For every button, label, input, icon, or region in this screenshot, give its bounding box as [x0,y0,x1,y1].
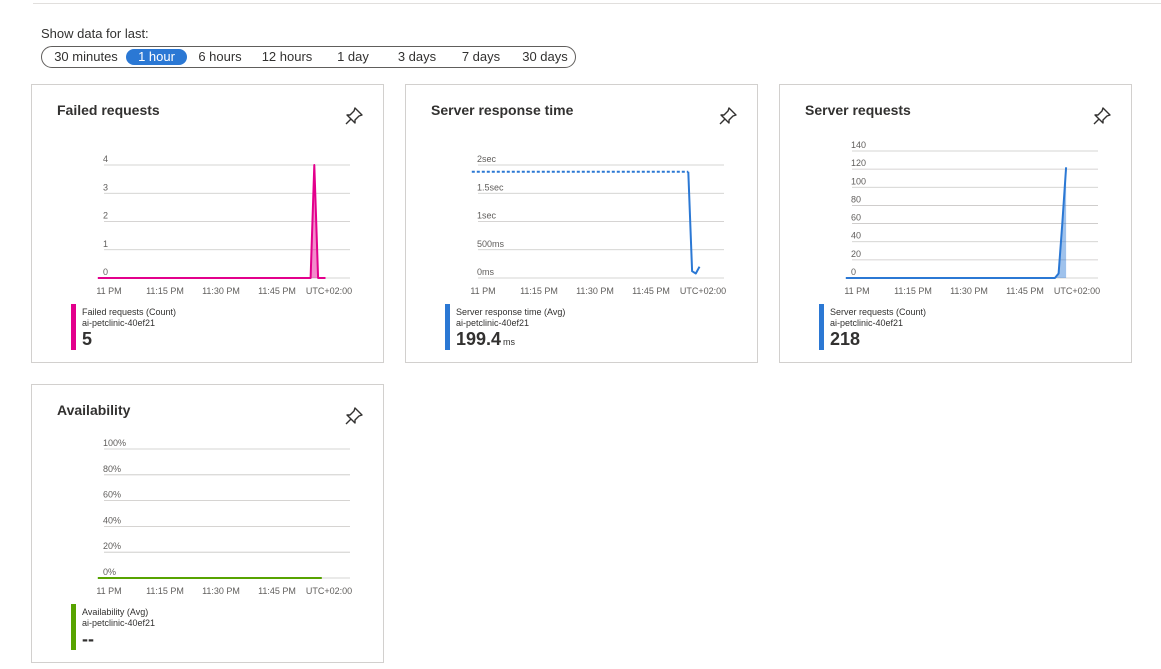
y-tick-label: 80 [851,194,861,204]
pin-icon[interactable] [1091,105,1113,127]
legend-resource-name: ai-petclinic-40ef21 [82,318,156,328]
summary-number: 5 [82,329,93,349]
x-tick-label: 11:15 PM [146,586,184,596]
x-tick-label: 11:45 PM [258,286,296,296]
summary-unit: ms [503,337,516,347]
x-tick-label: UTC+02:00 [306,286,352,296]
legend-color-bar [445,304,450,350]
y-tick-label: 0 [103,267,108,277]
y-tick-label: 140 [851,140,866,150]
y-tick-label: 2 [103,211,108,221]
x-tick-label: 11:30 PM [202,286,240,296]
x-tick-label: UTC+02:00 [1054,286,1100,296]
tile-title: Failed requests [57,102,160,118]
y-tick-label: 4 [103,154,108,164]
failed-requests-tile[interactable]: 0 1 2 3 4 11 PM 11:15 PM 11:30 PM 11:45 PM UTC+02… [31,84,384,363]
range-1-day-button[interactable]: 1 day [328,49,378,65]
y-tick-label: 40 [851,231,861,241]
x-tick-label: 11:15 PM [894,286,932,296]
top-divider [33,3,1161,4]
series-area [845,167,1067,278]
range-30-minutes-button[interactable]: 30 minutes [46,49,126,65]
pin-icon[interactable] [343,405,365,427]
summary-number: -- [82,629,94,649]
y-tick-label: 1 [103,239,108,249]
x-tick-label: 11:45 PM [258,586,296,596]
legend-color-bar [819,304,824,350]
range-6-hours-button[interactable]: 6 hours [191,49,249,65]
y-tick-label: 60 [851,213,861,223]
legend-metric-name: Availability (Avg) [82,607,149,617]
y-tick-label: 0ms [477,267,495,277]
legend-metric-name: Server response time (Avg) [456,307,566,317]
range-30-days-button[interactable]: 30 days [516,49,574,65]
x-tick-label: 11 PM [844,286,869,296]
y-tick-label: 2sec [477,154,497,164]
range-1-hour-button[interactable]: 1 hour [126,49,187,65]
y-tick-label: 100 [851,176,866,186]
legend-summary-value: 199.4 ms [456,329,515,350]
y-tick-label: 20% [103,541,121,551]
range-3-days-button[interactable]: 3 days [389,49,445,65]
time-range-label: Show data for last: [41,26,149,41]
y-tick-label: 60% [103,490,121,500]
x-tick-label: 11:15 PM [146,286,184,296]
y-tick-label: 80% [103,464,121,474]
pin-icon[interactable] [717,105,739,127]
pin-icon[interactable] [343,105,365,127]
legend-metric-name: Failed requests (Count) [82,307,177,317]
legend-resource-name: ai-petclinic-40ef21 [830,318,904,328]
series-line [845,167,1068,279]
x-tick-label: 11:30 PM [202,586,240,596]
legend-color-bar [71,304,76,350]
summary-number: 218 [830,329,861,349]
summary-number: 199.4 [456,329,502,349]
legend-summary-value: -- [82,629,94,650]
y-tick-label: 0 [851,267,856,277]
y-tick-label: 1.5sec [477,182,504,192]
x-tick-label: 11:15 PM [520,286,558,296]
y-tick-label: 40% [103,515,121,525]
availability-tile[interactable]: 0% 20% 40% 60% 80% 100% 11 PM 11:15 PM 11:30 PM 1… [31,384,384,663]
x-tick-label: 11:45 PM [632,286,670,296]
y-tick-label: 1sec [477,211,497,221]
y-tick-label: 20 [851,249,861,259]
y-tick-label: 100% [103,438,126,448]
x-tick-label: UTC+02:00 [306,586,352,596]
legend-summary-value: 5 [82,329,92,350]
tile-title: Availability [57,402,131,418]
time-range-selector: 30 minutes 1 hour 6 hours 12 hours 1 day… [41,46,576,68]
tile-title: Server response time [431,102,574,118]
server-requests-tile[interactable]: 0 20 40 60 80 100 120 140 11 PM 11:15 PM 11:30 PM 1… [779,84,1132,363]
x-tick-label: 11:30 PM [576,286,614,296]
legend-summary-value: 218 [830,329,860,350]
x-tick-label: 11 PM [96,586,121,596]
x-tick-label: UTC+02:00 [680,286,726,296]
server-response-time-tile[interactable]: 0ms 500ms 1sec 1.5sec 2sec 11 PM 11:15 PM 11:30… [405,84,758,363]
tile-title: Server requests [805,102,911,118]
y-tick-label: 500ms [477,239,505,249]
legend-resource-name: ai-petclinic-40ef21 [456,318,530,328]
legend-metric-name: Server requests (Count) [830,307,927,317]
y-tick-label: 120 [851,158,866,168]
range-7-days-button[interactable]: 7 days [453,49,509,65]
y-tick-label: 3 [103,182,108,192]
x-tick-label: 11:45 PM [1006,286,1044,296]
series-line [687,171,701,275]
x-tick-label: 11 PM [96,286,121,296]
legend-color-bar [71,604,76,650]
y-tick-label: 0% [103,567,116,577]
range-12-hours-button[interactable]: 12 hours [255,49,319,65]
x-tick-label: 11:30 PM [950,286,988,296]
legend-resource-name: ai-petclinic-40ef21 [82,618,156,628]
x-tick-label: 11 PM [470,286,495,296]
